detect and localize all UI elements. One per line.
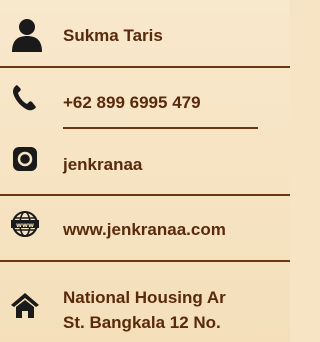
- contact-address-line2: St. Bangkala 12 No.: [63, 313, 221, 332]
- phone-icon-graphic: [13, 85, 36, 111]
- divider-4: [0, 260, 290, 262]
- instagram-icon-graphic: [13, 147, 37, 171]
- home-icon-graphic: [11, 293, 39, 318]
- contact-address-line1: National Housing Ar: [63, 288, 226, 307]
- contact-card: Sukma Taris +62 899 6995 479 jenkranaa w…: [0, 0, 290, 342]
- website-row: www www.jenkranaa.com: [0, 207, 290, 247]
- name-row: Sukma Taris: [0, 8, 290, 52]
- person-icon: [10, 18, 44, 52]
- contact-website[interactable]: www.jenkranaa.com: [63, 220, 226, 240]
- person-icon-graphic: [12, 19, 42, 52]
- phone-row: +62 899 6995 479: [0, 78, 290, 118]
- globe-www-icon: www: [10, 209, 40, 239]
- divider-1: [0, 66, 290, 68]
- divider-2: [63, 127, 258, 129]
- svg-text:www: www: [16, 221, 34, 229]
- instagram-icon: [10, 144, 40, 174]
- instagram-row: jenkranaa: [0, 142, 290, 182]
- globe-www-icon-graphic: www: [11, 211, 39, 237]
- phone-icon: [10, 82, 40, 112]
- contact-instagram: jenkranaa: [63, 155, 143, 174]
- home-icon: [10, 290, 40, 320]
- divider-3: [0, 194, 290, 196]
- contact-name: Sukma Taris: [63, 26, 163, 45]
- address-row: National Housing Ar St. Bangkala 12 No.: [0, 276, 290, 342]
- contact-phone: +62 899 6995 479: [63, 93, 201, 112]
